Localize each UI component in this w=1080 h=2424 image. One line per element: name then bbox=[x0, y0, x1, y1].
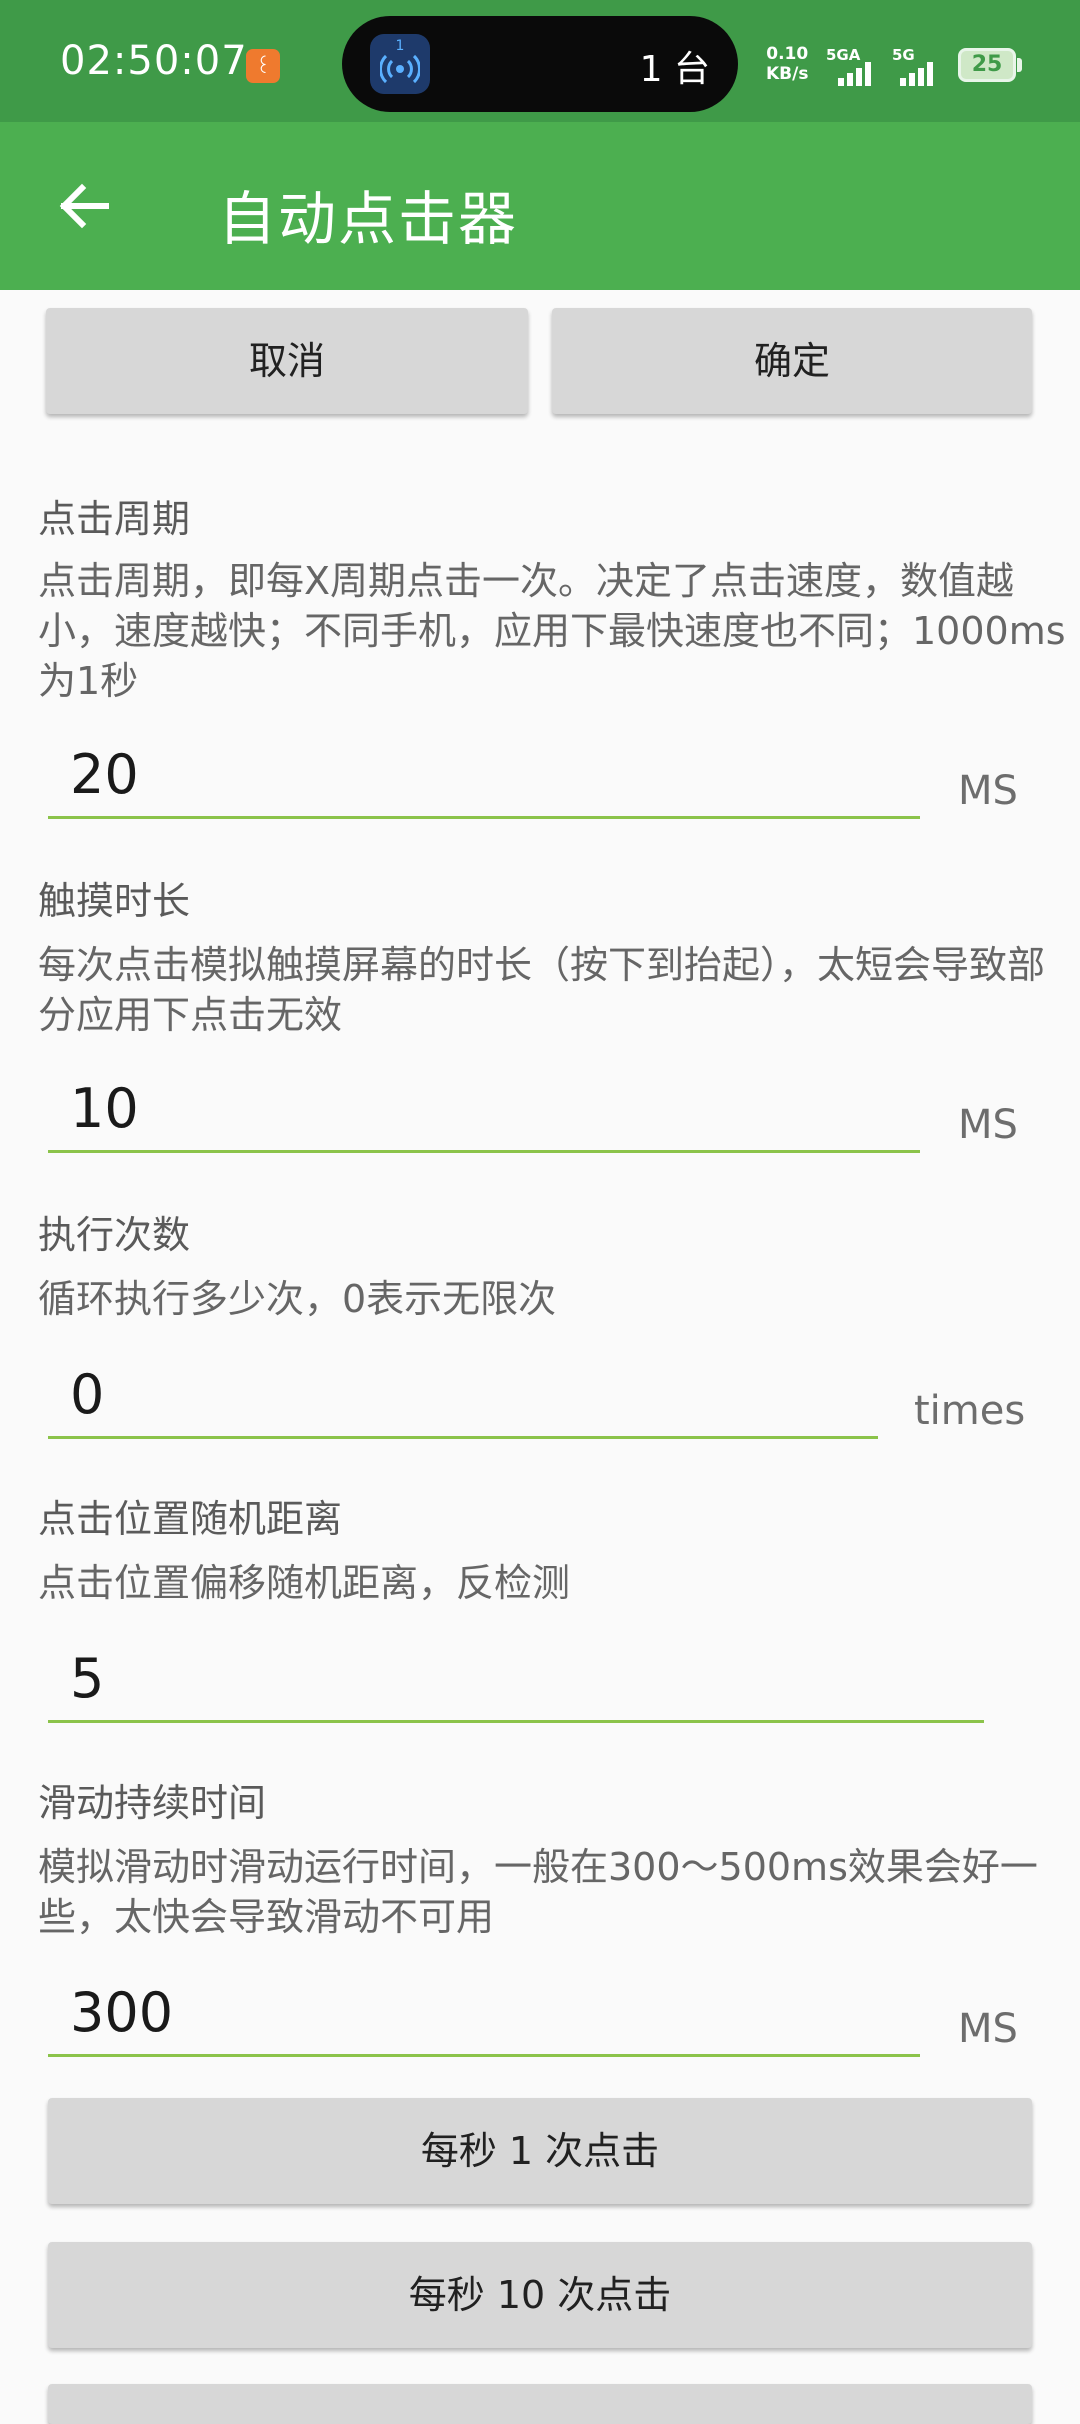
repeat-count-label: 执行次数 bbox=[38, 1213, 191, 1257]
click-period-label: 点击周期 bbox=[38, 497, 191, 541]
click-period-description: 点击周期，即每X周期点击一次。决定了点击速度，数值越小，速度越快；不同手机，应用… bbox=[38, 559, 1066, 703]
ok-button[interactable]: 确定 bbox=[552, 308, 1032, 414]
random-offset-label: 点击位置随机距离 bbox=[38, 1497, 343, 1541]
signal-sim1-icon: 5GA bbox=[826, 46, 896, 86]
back-button[interactable] bbox=[40, 166, 130, 246]
arrow-back-icon bbox=[59, 183, 109, 229]
page-title: 自动点击器 bbox=[218, 185, 519, 253]
random-offset-input[interactable]: 5 bbox=[48, 1636, 984, 1723]
preset-next-button[interactable] bbox=[48, 2384, 1032, 2424]
network-speed-value: 0.10 bbox=[766, 44, 809, 64]
touch-duration-input[interactable]: 10 bbox=[48, 1066, 920, 1153]
click-period-value: 20 bbox=[70, 743, 139, 806]
touch-duration-value: 10 bbox=[70, 1077, 139, 1140]
swipe-duration-input[interactable]: 300 bbox=[48, 1970, 920, 2057]
repeat-count-description: 循环执行多少次，0表示无限次 bbox=[38, 1277, 557, 1321]
swipe-duration-label: 滑动持续时间 bbox=[38, 1781, 267, 1825]
status-bar: 02:50:07 ꒰ 1 1 台 0.10 KB/s 5GA 5G 25 bbox=[0, 0, 1080, 122]
repeat-count-input[interactable]: 0 bbox=[48, 1352, 878, 1439]
random-offset-description: 点击位置偏移随机距离，反检测 bbox=[38, 1561, 571, 1605]
touch-duration-label: 触摸时长 bbox=[38, 879, 191, 923]
notification-app-icon: ꒰ bbox=[246, 49, 280, 83]
network-speed-unit: KB/s bbox=[766, 64, 809, 84]
click-period-unit: MS bbox=[958, 768, 1018, 814]
click-period-input[interactable]: 20 bbox=[48, 732, 920, 819]
swipe-duration-value: 300 bbox=[70, 1981, 174, 2044]
battery-level: 25 bbox=[971, 52, 1003, 77]
signal-sim2-icon: 5G bbox=[892, 46, 962, 86]
battery-icon: 25 bbox=[958, 48, 1016, 82]
random-offset-value: 5 bbox=[70, 1647, 105, 1710]
network-speed: 0.10 KB/s bbox=[766, 44, 808, 84]
app-bar: 自动点击器 bbox=[0, 122, 1080, 290]
swipe-duration-description: 模拟滑动时滑动运行时间，一般在300～500ms效果会好一些，太快会导致滑动不可… bbox=[38, 1845, 1038, 1939]
dynamic-island-pill[interactable]: 1 1 台 bbox=[342, 16, 738, 112]
broadcast-icon: 1 bbox=[370, 34, 430, 94]
repeat-count-value: 0 bbox=[70, 1363, 105, 1426]
repeat-count-unit: times bbox=[914, 1388, 1026, 1434]
device-count: 1 台 bbox=[639, 49, 710, 90]
cancel-button[interactable]: 取消 bbox=[46, 308, 528, 414]
touch-duration-unit: MS bbox=[958, 1102, 1018, 1148]
battery-tip bbox=[1017, 58, 1022, 72]
swipe-duration-unit: MS bbox=[958, 2006, 1018, 2052]
status-time: 02:50:07 bbox=[60, 38, 248, 84]
preset-10-per-second-button[interactable]: 每秒 10 次点击 bbox=[48, 2242, 1032, 2348]
touch-duration-description: 每次点击模拟触摸屏幕的时长（按下到抬起），太短会导致部分应用下点击无效 bbox=[38, 943, 1046, 1037]
preset-1-per-second-button[interactable]: 每秒 1 次点击 bbox=[48, 2098, 1032, 2204]
